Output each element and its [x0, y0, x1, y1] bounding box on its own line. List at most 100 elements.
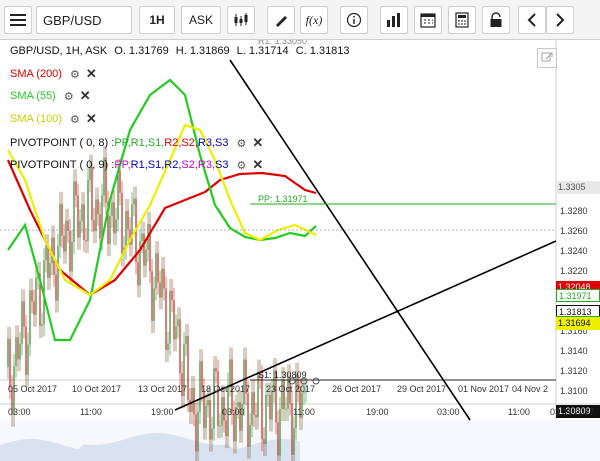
legend-sma200[interactable]: SMA (200) ⚙ ✕ — [10, 66, 97, 82]
candle-body — [87, 179, 89, 242]
legend-pivotpoint-1[interactable]: PIVOTPOINT ( 0, 8) : PP, R1, S1, R2, S2,… — [10, 135, 263, 151]
time-axis-label: 19:00 — [366, 407, 389, 417]
close-icon[interactable]: ✕ — [80, 88, 91, 104]
legend-label: SMA (55) — [10, 90, 56, 102]
expand-button[interactable] — [537, 48, 557, 68]
candle-body — [49, 263, 51, 278]
candle-body — [187, 335, 189, 400]
interval-selector[interactable]: 1H — [139, 6, 175, 34]
close-icon[interactable]: ✕ — [86, 111, 97, 127]
close-icon[interactable]: ✕ — [252, 157, 263, 173]
candle-body — [203, 390, 205, 428]
hamburger-menu-icon — [10, 14, 26, 26]
bar-chart-icon — [387, 13, 400, 27]
symbol-label: GBP/USD — [43, 12, 102, 28]
ohlc-open: O. 1.31769 — [114, 45, 169, 57]
pivot-item: PP, — [114, 137, 131, 149]
candle-body — [261, 376, 263, 440]
gear-icon[interactable]: ⚙ — [237, 159, 247, 172]
chart-type-button[interactable] — [227, 6, 255, 34]
candle-body — [167, 343, 169, 351]
gear-icon[interactable]: ⚙ — [70, 68, 80, 81]
pivot-item: R1, — [130, 137, 148, 149]
time-axis-label: 03:00 — [222, 407, 245, 417]
candle-body — [59, 203, 61, 247]
gear-icon[interactable]: ⚙ — [64, 90, 74, 103]
candle-body — [33, 301, 35, 315]
date-axis-label: 10 Oct 2017 — [72, 384, 122, 394]
candle-body — [277, 422, 279, 456]
toolbar: GBP/USD 1H ASK f(x) — [0, 0, 600, 40]
legend-pivotpoint-2[interactable]: PIVOTPOINT ( 0, 9) : PP, R1, S1, R2, S2,… — [10, 157, 263, 173]
menu-button[interactable] — [4, 6, 32, 34]
candle-body — [263, 439, 265, 445]
candle-body — [119, 171, 121, 193]
legend-label: SMA (100) — [10, 113, 62, 125]
candle-body — [97, 199, 99, 215]
close-icon[interactable]: ✕ — [252, 135, 263, 151]
candle-body — [133, 198, 135, 205]
time-axis-label: 03:00 — [8, 407, 31, 417]
price-axis-label: 1.3100 — [560, 386, 588, 396]
legend-sma55[interactable]: SMA (55) ⚙ ✕ — [10, 88, 91, 104]
candle-body — [19, 343, 21, 360]
pivot-item: S1, — [147, 159, 165, 171]
draw-tool-button[interactable] — [267, 6, 295, 34]
pivot-item: S2, — [181, 137, 198, 149]
candle-body — [265, 394, 267, 445]
info-button[interactable] — [340, 6, 368, 34]
candle-body — [213, 368, 215, 429]
date-axis-label: 29 Oct 2017 — [397, 384, 447, 394]
candle-body — [101, 195, 103, 239]
candle-body — [185, 335, 187, 345]
candle-body — [31, 290, 33, 302]
chart-area[interactable]: PP: 1.31971 S1: 1.30809 R1: 1.33050 GBP/US… — [0, 40, 600, 461]
candle-body — [145, 249, 147, 266]
candle-body — [115, 219, 117, 234]
date-axis-label: 13 Oct 2017 — [138, 384, 188, 394]
ohlc-high: H. 1.31869 — [175, 45, 230, 57]
legend-label: SMA (200) — [10, 68, 62, 80]
info-icon — [346, 12, 362, 28]
calculator-button[interactable] — [448, 6, 476, 34]
ohlc-symbol: GBP/USD, 1H, ASK — [10, 45, 108, 57]
calculator-icon — [455, 12, 469, 28]
chevron-right-icon — [556, 13, 565, 27]
candle-body — [9, 338, 11, 388]
interval-label: 1H — [149, 13, 165, 27]
close-icon[interactable]: ✕ — [86, 66, 97, 82]
candle-body — [7, 338, 9, 367]
next-button[interactable] — [546, 6, 574, 34]
candle-body — [75, 181, 77, 196]
legend-sma100[interactable]: SMA (100) ⚙ ✕ — [10, 111, 97, 127]
lock-button[interactable] — [482, 6, 510, 34]
candle-body — [81, 204, 83, 221]
candle-body — [47, 246, 49, 278]
candle-body — [111, 202, 113, 216]
candle-body — [161, 268, 163, 298]
prev-button[interactable] — [518, 6, 546, 34]
candle-body — [153, 288, 155, 321]
gear-icon[interactable]: ⚙ — [70, 113, 80, 126]
functions-button[interactable]: f(x) — [300, 6, 328, 34]
candle-body — [99, 214, 101, 239]
candle-body — [77, 195, 79, 238]
date-axis-label: 05 Oct 2017 — [8, 384, 58, 394]
time-axis-label: 19:00 — [151, 407, 174, 417]
price-type-selector[interactable]: ASK — [181, 6, 221, 34]
candle-body — [79, 220, 81, 238]
price-axis-label: 1.3140 — [560, 346, 588, 356]
candle-body — [121, 192, 123, 255]
indicators-button[interactable] — [380, 6, 408, 34]
chevron-left-icon — [527, 13, 536, 27]
calendar-button[interactable] — [414, 6, 442, 34]
candle-body — [51, 237, 53, 264]
candle-body — [73, 181, 75, 243]
price-tag-top: 1.3305 — [556, 180, 600, 194]
candle-body — [285, 408, 287, 410]
gear-icon[interactable]: ⚙ — [237, 137, 247, 150]
symbol-selector[interactable]: GBP/USD — [36, 6, 132, 34]
candle-body — [243, 359, 245, 405]
candle-body — [141, 233, 143, 242]
price-axis-label: 1.3240 — [560, 246, 588, 256]
